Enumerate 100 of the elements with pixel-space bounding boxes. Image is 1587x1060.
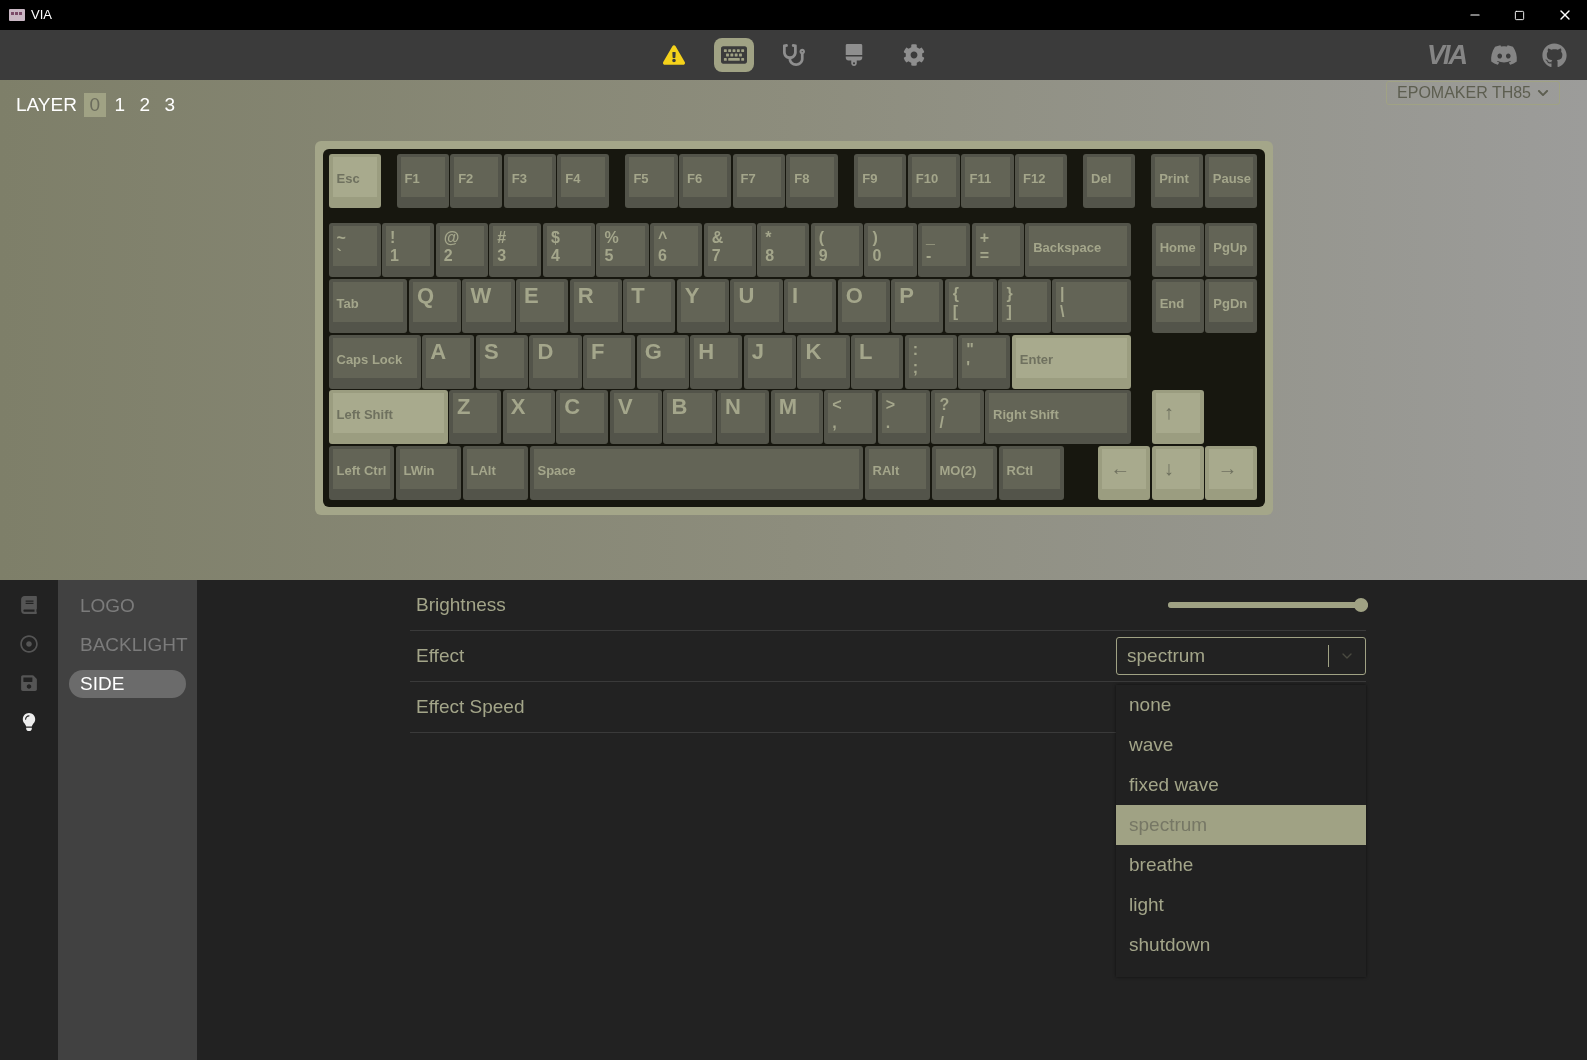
keyboard-key[interactable]: ! 1 (382, 223, 435, 278)
keyboard-key[interactable]: ^ 6 (650, 223, 703, 278)
keyboard-key[interactable]: Del (1083, 153, 1136, 208)
keyboard-key[interactable]: PgUp (1205, 223, 1258, 278)
keyboard-key[interactable]: A (422, 334, 475, 389)
keyboard-key[interactable]: K (797, 334, 850, 389)
keyboard-key[interactable]: ( 9 (810, 223, 863, 278)
keyboard-key[interactable]: Left Shift (328, 390, 448, 445)
dropdown-option[interactable]: fixed wave (1116, 765, 1366, 805)
keyboard-key[interactable]: O (837, 278, 890, 333)
keyboard-key[interactable]: RAlt (864, 445, 930, 500)
keyboard-key[interactable]: % 5 (596, 223, 649, 278)
keyboard-key[interactable]: R (569, 278, 622, 333)
keyboard-key[interactable]: M (770, 390, 823, 445)
keyboard-key[interactable]: ~ ` (328, 223, 381, 278)
keyboard-key[interactable]: Pause (1204, 153, 1257, 208)
menu-item[interactable]: BACKLIGHT (69, 631, 186, 659)
keyboard-key[interactable]: Print (1151, 153, 1204, 208)
github-icon[interactable] (1542, 42, 1567, 68)
keyboard-key[interactable]: F10 (907, 153, 960, 208)
keyboard-key[interactable]: D (529, 334, 582, 389)
keyboard-key[interactable]: F5 (625, 153, 678, 208)
keyboard-key[interactable]: U (730, 278, 783, 333)
dropdown-option[interactable]: wave (1116, 725, 1366, 765)
layer-button[interactable]: 1 (108, 93, 131, 118)
keyboard-key[interactable]: ← (1098, 445, 1151, 500)
keyboard-key[interactable]: → (1205, 445, 1258, 500)
keyboard-key[interactable]: Q (408, 278, 461, 333)
menu-item[interactable]: SIDE (69, 670, 186, 698)
keyboard-key[interactable]: F (583, 334, 636, 389)
keyboard-key[interactable]: { [ (944, 278, 997, 333)
slider-thumb[interactable] (1354, 598, 1368, 612)
dropdown-option[interactable]: shutdown (1116, 925, 1366, 965)
keyboard-key[interactable]: ? / (931, 390, 984, 445)
keyboard-key[interactable]: Esc (328, 153, 381, 208)
keyboard-key[interactable]: F1 (396, 153, 449, 208)
keyboard-key[interactable]: Enter (1011, 334, 1131, 389)
keyboard-key[interactable]: F3 (503, 153, 556, 208)
keyboard-key[interactable]: N (717, 390, 770, 445)
keyboard-key[interactable]: Y (676, 278, 729, 333)
keyboard-key[interactable]: Home (1151, 223, 1204, 278)
keyboard-key[interactable]: $ 4 (542, 223, 595, 278)
keyboard-key[interactable]: # 3 (489, 223, 542, 278)
keyboard-key[interactable]: Caps Lock (328, 334, 421, 389)
keyboard-key[interactable]: > . (877, 390, 930, 445)
keyboard-key[interactable]: E (516, 278, 569, 333)
layer-button[interactable]: 3 (158, 93, 181, 118)
keyboard-key[interactable]: F7 (732, 153, 785, 208)
keyboard-key[interactable]: F2 (450, 153, 503, 208)
keyboard-key[interactable]: Backspace (1025, 223, 1131, 278)
layer-button[interactable]: 2 (133, 93, 156, 118)
keyboard-key[interactable]: S (475, 334, 528, 389)
keyboard-key[interactable]: Z (449, 390, 502, 445)
keyboard-key[interactable]: C (556, 390, 609, 445)
keyboard-key[interactable]: RCtl (998, 445, 1064, 500)
keyboard-key[interactable]: P (891, 278, 944, 333)
keyboard-key[interactable]: LAlt (462, 445, 528, 500)
dropdown-option[interactable]: breathe (1116, 845, 1366, 885)
keyboard-key[interactable]: W (462, 278, 515, 333)
keyboard-key[interactable]: X (502, 390, 555, 445)
keyboard-key[interactable]: F9 (854, 153, 907, 208)
keyboard-key[interactable]: F8 (786, 153, 839, 208)
keyboard-key[interactable]: | \ (1052, 278, 1131, 333)
keyboard-key[interactable]: ↓ (1151, 445, 1204, 500)
keyboard-key[interactable]: _ - (918, 223, 971, 278)
keyboard-key[interactable]: F6 (679, 153, 732, 208)
keyboard-key[interactable]: & 7 (703, 223, 756, 278)
keyboard-key[interactable]: End (1151, 278, 1204, 333)
keyboard-key[interactable]: B (663, 390, 716, 445)
effect-select[interactable]: spectrum (1116, 637, 1366, 675)
keyboard-key[interactable]: " ' (958, 334, 1011, 389)
keyboard-key[interactable]: F12 (1015, 153, 1068, 208)
keyboard-key[interactable]: F4 (557, 153, 610, 208)
keyboard-key[interactable]: Right Shift (985, 390, 1131, 445)
keyboard-key[interactable]: F11 (961, 153, 1014, 208)
keyboard-key[interactable]: V (609, 390, 662, 445)
keyboard-key[interactable]: < , (824, 390, 877, 445)
keyboard-key[interactable]: PgDn (1205, 278, 1258, 333)
keyboard-key[interactable]: J (743, 334, 796, 389)
keyboard-key[interactable]: * 8 (757, 223, 810, 278)
menu-item[interactable]: LOGO (69, 592, 186, 620)
keyboard-key[interactable]: } ] (998, 278, 1051, 333)
keyboard-key[interactable]: I (784, 278, 837, 333)
keyboard-key[interactable]: ↑ (1151, 390, 1204, 445)
keyboard-key[interactable]: MO(2) (931, 445, 997, 500)
toolbar-tab[interactable] (713, 38, 754, 72)
keyboard-key[interactable]: T (623, 278, 676, 333)
keyboard-key[interactable]: ) 0 (864, 223, 917, 278)
keyboard-key[interactable]: @ 2 (435, 223, 488, 278)
keyboard-key[interactable]: Space (529, 445, 863, 500)
keyboard-key[interactable]: G (636, 334, 689, 389)
keyboard-key[interactable]: Left Ctrl (328, 445, 394, 500)
keyboard-key[interactable]: LWin (395, 445, 461, 500)
device-select[interactable]: EPOMAKER TH85 (1386, 81, 1560, 105)
keyboard-key[interactable]: H (690, 334, 743, 389)
dropdown-option[interactable]: none (1116, 685, 1366, 725)
keyboard-key[interactable]: Tab (328, 278, 408, 333)
dropdown-option[interactable]: light (1116, 885, 1366, 925)
keyboard-key[interactable]: + = (971, 223, 1024, 278)
keyboard-key[interactable]: : ; (904, 334, 957, 389)
